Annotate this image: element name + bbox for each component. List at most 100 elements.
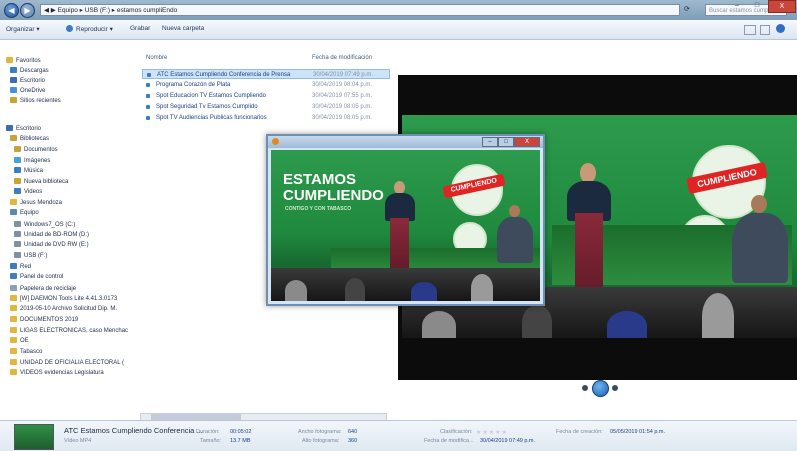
- new-folder-button[interactable]: Nueva carpeta: [162, 25, 204, 32]
- sidebar-item[interactable]: Equipo: [10, 208, 145, 218]
- sidebar-item[interactable]: Imágenes: [14, 156, 149, 166]
- sidebar-item[interactable]: Descargas: [10, 66, 145, 76]
- sidebar-item-label: OneDrive: [20, 88, 46, 94]
- duration-value: 00:05:02: [230, 429, 252, 435]
- file-date: 30/04/2019 08:05 p.m.: [312, 115, 373, 121]
- help-icon[interactable]: [776, 24, 785, 33]
- speaker-head: [580, 163, 596, 183]
- sidebar-item[interactable]: Nueva biblioteca: [14, 177, 149, 187]
- media-player-window[interactable]: – □ X ESTAMOS CUMPLIENDO CONTIGO Y CON T…: [266, 134, 545, 306]
- sidebar-item-label: Sitios recientes: [20, 98, 61, 104]
- sidebar-item[interactable]: Papelera de reciclaje: [10, 284, 145, 294]
- media-player-titlebar[interactable]: – □ X: [268, 136, 543, 148]
- sidebar-item[interactable]: Red: [10, 262, 145, 272]
- organize-menu[interactable]: Organizar ▾: [6, 25, 40, 33]
- file-date: 30/04/2019 08:04 p.m.: [312, 82, 373, 88]
- sidebar-item[interactable]: Música: [14, 166, 149, 176]
- popup-maximize-button[interactable]: □: [498, 137, 514, 147]
- view-options-icon[interactable]: [744, 25, 756, 35]
- folder-icon: [10, 305, 17, 311]
- sidebar-item[interactable]: VIDEOS evidencias Legislatura: [10, 368, 145, 378]
- column-header-name[interactable]: Nombre: [146, 55, 167, 61]
- audience-member: [702, 293, 734, 338]
- sidebar-item[interactable]: Escritorio: [10, 76, 145, 86]
- sidebar-item[interactable]: Sitios recientes: [10, 96, 145, 106]
- sidebar-item[interactable]: [W] DAEMON Tools Lite 4.41.3.0173: [10, 294, 145, 304]
- command-bar: Organizar ▾ Reproducir ▾ Grabar Nueva ca…: [0, 20, 797, 40]
- sidebar-item-label: Escritorio: [20, 78, 46, 84]
- details-file-type: Vídeo MP4: [64, 438, 92, 444]
- audience-member: [422, 311, 456, 338]
- play-button[interactable]: [592, 380, 609, 397]
- preview-pane-icon[interactable]: [760, 25, 770, 35]
- sidebar-item[interactable]: LIGAS ELECTRONICAS, caso Menchac: [10, 326, 145, 336]
- sidebar-item[interactable]: Panel de control: [10, 272, 145, 282]
- folder-icon: [14, 146, 21, 152]
- close-button[interactable]: X: [768, 0, 796, 13]
- folder-icon: [10, 359, 17, 365]
- sidebar-item[interactable]: Videos: [14, 187, 149, 197]
- star-icon: [6, 57, 13, 63]
- sidebar-item-label: Imágenes: [24, 158, 51, 164]
- file-row[interactable]: Spot Educacion TV Estamos Cumpliendo 30/0…: [142, 91, 390, 101]
- sidebar-item[interactable]: OE: [10, 336, 145, 346]
- file-row[interactable]: Spot Seguridad Tv Estamos Cumplido 30/04/…: [142, 102, 390, 112]
- navigation-pane: Favoritos Descargas Escritorio OneDrive Sit…: [0, 40, 135, 410]
- interpreter-head: [751, 195, 767, 213]
- frame-height-value: 360: [348, 438, 358, 444]
- sidebar-item[interactable]: UNIDAD DE OFICIALIA ELECTORAL (: [10, 358, 145, 368]
- sidebar-item[interactable]: OneDrive: [10, 86, 145, 96]
- burn-button[interactable]: Grabar: [130, 25, 150, 32]
- sidebar-item[interactable]: Unidad de DVD RW (E:): [14, 240, 149, 250]
- sidebar-item-label: Documentos: [24, 147, 58, 153]
- popup-minimize-button[interactable]: –: [482, 137, 498, 147]
- sidebar-item-label: UNIDAD DE OFICIALIA ELECTORAL (: [20, 360, 125, 366]
- file-row[interactable]: ATC Estamos Cumpliendo Conferencia de Pr…: [142, 69, 390, 79]
- file-row[interactable]: Spot TV Audiencias Publicas funcionarios…: [142, 113, 390, 123]
- minimize-button[interactable]: –: [728, 0, 746, 11]
- sidebar-item-label: Música: [24, 168, 44, 174]
- address-bar[interactable]: ◀ ▶ Equipo ▸ USB (F:) ▸ estamos cumpliEn…: [40, 4, 680, 16]
- file-name: Spot TV Audiencias Publicas funcionarios: [156, 115, 267, 121]
- title-bar: ◀ ▶ ◀ ▶ Equipo ▸ USB (F:) ▸ estamos cump…: [0, 0, 797, 20]
- audience-area-small: [271, 268, 540, 301]
- sidebar-item-label: OE: [20, 338, 29, 344]
- sidebar-item[interactable]: 2019-05-10 Archivo Solicitud Dip. M.: [10, 304, 145, 314]
- sidebar-item[interactable]: USB (F:): [14, 251, 149, 261]
- sidebar-item[interactable]: Unidad de BD-ROM (D:): [14, 230, 149, 240]
- audience-member: [471, 274, 493, 301]
- popup-close-button[interactable]: X: [514, 137, 540, 147]
- forward-button[interactable]: ▶: [20, 3, 35, 18]
- rating-stars-icon[interactable]: ★★★★★: [476, 429, 508, 436]
- folder-icon: [6, 125, 13, 131]
- play-menu[interactable]: Reproducir ▾: [76, 25, 113, 33]
- sign-language-interpreter: [732, 213, 788, 283]
- sidebar-item[interactable]: DOCUMENTOS 2019: [10, 315, 145, 325]
- video-frame-small[interactable]: ESTAMOS CUMPLIENDO CONTIGO Y CON TABASCO…: [271, 150, 540, 301]
- folder-icon: [10, 209, 17, 215]
- folder-icon: [10, 348, 17, 354]
- sidebar-item[interactable]: Escritorio: [6, 124, 141, 134]
- video-thumbnail: [14, 424, 54, 450]
- sidebar-item-label: Red: [20, 264, 32, 270]
- maximize-button[interactable]: □: [748, 0, 766, 11]
- sidebar-item[interactable]: Jesus Mendoza: [10, 198, 145, 208]
- refresh-icon[interactable]: ⟳: [684, 5, 693, 15]
- column-header-date[interactable]: Fecha de modificación: [312, 55, 372, 61]
- media-player-icon: [272, 138, 279, 145]
- sidebar-item[interactable]: Bibliotecas: [10, 134, 145, 144]
- sidebar-item[interactable]: Tabasco: [10, 347, 145, 357]
- back-button[interactable]: ◀: [4, 3, 19, 18]
- folder-icon: [14, 252, 21, 258]
- sidebar-item-label: DOCUMENTOS 2019: [20, 317, 79, 323]
- sidebar-item-label: Bibliotecas: [20, 136, 50, 142]
- file-row[interactable]: Programa Corazón de Plata 30/04/2019 08:0…: [142, 80, 390, 90]
- sidebar-item[interactable]: Documentos: [14, 145, 149, 155]
- previous-icon[interactable]: [582, 385, 588, 391]
- next-icon[interactable]: [612, 385, 618, 391]
- file-date: 30/04/2019 08:05 p.m.: [312, 104, 373, 110]
- video-file-icon: [146, 105, 150, 109]
- favorites-header[interactable]: Favoritos: [6, 56, 141, 66]
- folder-icon: [10, 135, 17, 141]
- sidebar-item[interactable]: Windows7_OS (C:): [14, 220, 149, 230]
